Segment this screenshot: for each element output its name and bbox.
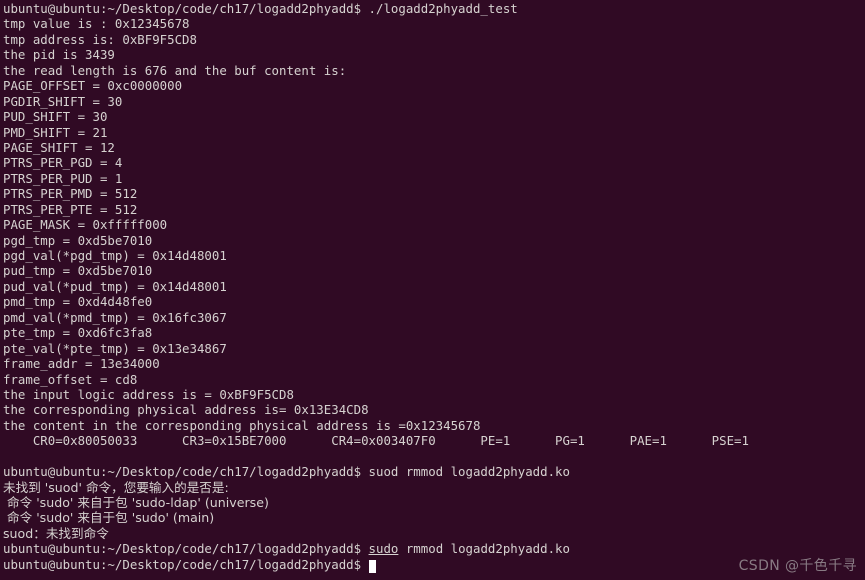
terminal-text: PUD_SHIFT = 30 xyxy=(3,109,108,125)
terminal-line: pud_val(*pud_tmp) = 0x14d48001 xyxy=(3,279,865,294)
terminal-line: the corresponding physical address is= 0… xyxy=(3,402,865,417)
terminal-text: frame_addr = 13e34000 xyxy=(3,356,160,372)
terminal-line: PGDIR_SHIFT = 30 xyxy=(3,94,865,109)
terminal-text: tmp address is: 0xBF9F5CD8 xyxy=(3,31,197,47)
terminal-line: the content in the corresponding physica… xyxy=(3,418,865,433)
terminal-line: pmd_val(*pmd_tmp) = 0x16fc3067 xyxy=(3,310,865,325)
terminal-line: the read length is 676 and the buf conte… xyxy=(3,63,865,78)
terminal-line: PTRS_PER_PGD = 4 xyxy=(3,155,865,170)
terminal-text: PTRS_PER_PUD = 1 xyxy=(3,170,123,186)
shell-command: suod rmmod logadd2phyadd.ko xyxy=(361,464,570,480)
terminal-text: suod：未找到命令 xyxy=(3,525,109,541)
terminal-text: PTRS_PER_PMD = 512 xyxy=(3,186,138,202)
terminal-line: ubuntu@ubuntu:~/Desktop/code/ch17/logadd… xyxy=(3,556,865,573)
shell-command-prefix xyxy=(361,541,368,556)
terminal-window[interactable]: ubuntu@ubuntu:~/Desktop/code/ch17/logadd… xyxy=(0,0,865,580)
terminal-text: tmp value is : 0x12345678 xyxy=(3,16,190,32)
terminal-line: the input logic address is = 0xBF9F5CD8 xyxy=(3,387,865,402)
terminal-line: PTRS_PER_PTE = 512 xyxy=(3,202,865,217)
terminal-line: ubuntu@ubuntu:~/Desktop/code/ch17/logadd… xyxy=(3,541,865,556)
terminal-line: tmp value is : 0x12345678 xyxy=(3,16,865,31)
terminal-line: pte_tmp = 0xd6fc3fa8 xyxy=(3,325,865,340)
terminal-text: pud_tmp = 0xd5be7010 xyxy=(3,263,153,279)
terminal-text: pud_val(*pud_tmp) = 0x14d48001 xyxy=(3,278,227,294)
shell-prompt: ubuntu@ubuntu:~/Desktop/code/ch17/logadd… xyxy=(3,556,362,572)
terminal-line: pgd_tmp = 0xd5be7010 xyxy=(3,233,865,248)
terminal-text: the read length is 676 and the buf conte… xyxy=(3,62,347,78)
terminal-text: PAGE_SHIFT = 12 xyxy=(3,139,115,155)
terminal-text: PTRS_PER_PTE = 512 xyxy=(3,201,138,217)
terminal-line: 未找到 'suod' 命令，您要输入的是否是: xyxy=(3,480,865,495)
terminal-text: pmd_tmp = 0xd4d48fe0 xyxy=(3,294,153,310)
shell-prompt: ubuntu@ubuntu:~/Desktop/code/ch17/logadd… xyxy=(3,541,362,557)
terminal-line: frame_addr = 13e34000 xyxy=(3,356,865,371)
terminal-text: pmd_val(*pmd_tmp) = 0x16fc3067 xyxy=(3,309,227,325)
terminal-output-area: ubuntu@ubuntu:~/Desktop/code/ch17/logadd… xyxy=(3,1,865,573)
shell-command-suffix: rmmod logadd2phyadd.ko xyxy=(398,541,570,557)
terminal-line: PTRS_PER_PMD = 512 xyxy=(3,186,865,201)
shell-command xyxy=(361,557,368,572)
terminal-text: PAGE_OFFSET = 0xc0000000 xyxy=(3,78,183,94)
terminal-line: PAGE_SHIFT = 12 xyxy=(3,140,865,155)
terminal-text: 未找到 'suod' 命令，您要输入的是否是: xyxy=(3,479,229,495)
terminal-line: PAGE_MASK = 0xfffff000 xyxy=(3,217,865,232)
terminal-line: 命令 'sudo' 来自于包 'sudo-ldap' (universe) xyxy=(3,495,865,510)
shell-command: ./logadd2phyadd_test xyxy=(361,1,518,16)
text-cursor xyxy=(368,559,376,573)
terminal-text: frame_offset = cd8 xyxy=(3,371,138,387)
terminal-text: pte_val(*pte_tmp) = 0x13e34867 xyxy=(3,340,227,356)
terminal-line: frame_offset = cd8 xyxy=(3,372,865,387)
terminal-text: PTRS_PER_PGD = 4 xyxy=(3,155,123,171)
terminal-text: the content in the corresponding physica… xyxy=(3,417,481,433)
terminal-line: pgd_val(*pgd_tmp) = 0x14d48001 xyxy=(3,248,865,263)
terminal-text: pgd_tmp = 0xd5be7010 xyxy=(3,232,153,248)
terminal-text: PAGE_MASK = 0xfffff000 xyxy=(3,217,168,233)
terminal-line: PAGE_OFFSET = 0xc0000000 xyxy=(3,78,865,93)
terminal-line: ubuntu@ubuntu:~/Desktop/code/ch17/logadd… xyxy=(3,1,865,16)
shell-prompt: ubuntu@ubuntu:~/Desktop/code/ch17/logadd… xyxy=(3,1,362,16)
terminal-text: pgd_val(*pgd_tmp) = 0x14d48001 xyxy=(3,248,227,263)
terminal-text: the pid is 3439 xyxy=(3,47,115,63)
shell-command-highlight: sudo xyxy=(368,541,399,557)
terminal-line: pte_val(*pte_tmp) = 0x13e34867 xyxy=(3,341,865,356)
terminal-text: 命令 'sudo' 来自于包 'sudo-ldap' (universe) xyxy=(3,495,269,510)
terminal-text: 命令 'sudo' 来自于包 'sudo' (main) xyxy=(3,510,215,526)
terminal-text: pte_tmp = 0xd6fc3fa8 xyxy=(3,325,153,341)
terminal-text: CR0=0x80050033 CR3=0x15BE7000 CR4=0x0034… xyxy=(3,433,749,449)
terminal-line: CR0=0x80050033 CR3=0x15BE7000 CR4=0x0034… xyxy=(3,433,865,448)
terminal-line: PTRS_PER_PUD = 1 xyxy=(3,171,865,186)
terminal-line: suod：未找到命令 xyxy=(3,526,865,541)
terminal-line: ubuntu@ubuntu:~/Desktop/code/ch17/logadd… xyxy=(3,464,865,479)
terminal-line: PUD_SHIFT = 30 xyxy=(3,109,865,124)
terminal-line: pud_tmp = 0xd5be7010 xyxy=(3,263,865,278)
terminal-line: the pid is 3439 xyxy=(3,47,865,62)
terminal-text: PMD_SHIFT = 21 xyxy=(3,124,108,140)
terminal-line: 命令 'sudo' 来自于包 'sudo' (main) xyxy=(3,510,865,525)
terminal-line: pmd_tmp = 0xd4d48fe0 xyxy=(3,294,865,309)
shell-prompt: ubuntu@ubuntu:~/Desktop/code/ch17/logadd… xyxy=(3,464,362,480)
terminal-text: the input logic address is = 0xBF9F5CD8 xyxy=(3,386,294,402)
terminal-line: tmp address is: 0xBF9F5CD8 xyxy=(3,32,865,47)
terminal-text: the corresponding physical address is= 0… xyxy=(3,402,369,418)
terminal-line: PMD_SHIFT = 21 xyxy=(3,125,865,140)
terminal-text: PGDIR_SHIFT = 30 xyxy=(3,93,123,109)
